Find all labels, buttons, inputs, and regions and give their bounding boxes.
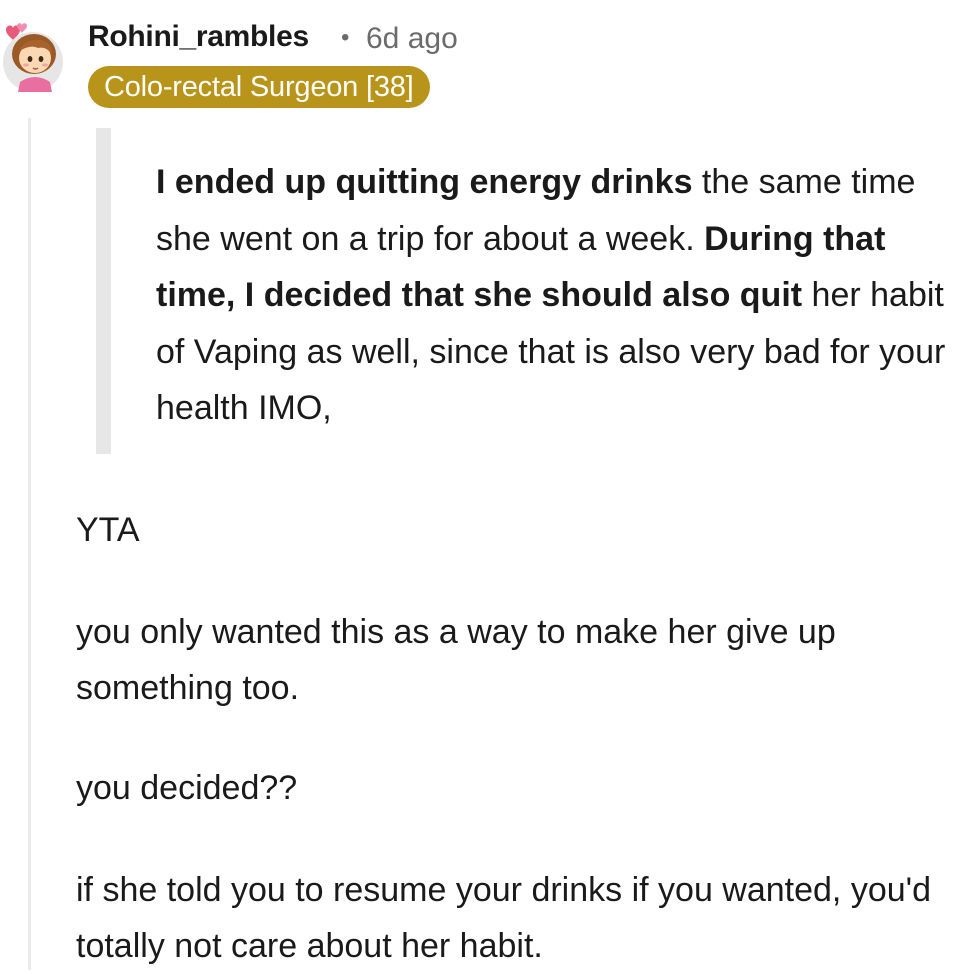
comment-paragraph: you decided?? [76, 769, 298, 807]
comment-paragraph: YTA [76, 511, 140, 549]
avatar-illustration-icon [3, 23, 63, 92]
avatar[interactable] [0, 20, 64, 94]
user-flair-badge: Colo-rectal Surgeon [38] [88, 66, 430, 108]
blockquote-text: I ended up quitting energy drinks the sa… [156, 154, 946, 437]
thread-collapse-line[interactable] [28, 118, 31, 970]
comment-paragraph: if she told you to resume your drinks if… [76, 871, 932, 965]
comment-paragraph: you only wanted this as a way to make he… [76, 613, 836, 707]
comment-timestamp[interactable]: 6d ago [366, 22, 458, 56]
meta-separator: • [341, 24, 350, 51]
blockquote-bar [96, 128, 111, 454]
comment: Rohini_rambles • 6d ago Colo-rectal Surg… [0, 0, 968, 970]
comment-header: Rohini_rambles • 6d ago Colo-rectal Surg… [0, 6, 968, 108]
quote-bold-segment: I ended up quitting energy drinks [156, 163, 693, 201]
blockquote: I ended up quitting energy drinks the sa… [96, 128, 956, 454]
username-link[interactable]: Rohini_rambles [88, 20, 309, 54]
